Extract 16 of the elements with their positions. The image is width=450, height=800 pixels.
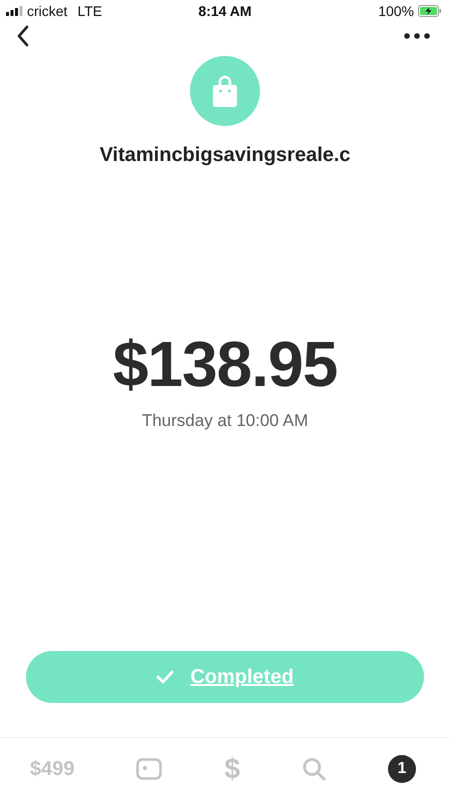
clock-time: 8:14 AM	[197, 3, 253, 19]
completed-button[interactable]: Completed	[26, 651, 424, 703]
balance-tab[interactable]: $499	[30, 758, 74, 780]
payment-date: Thursday at 10:00 AM	[142, 411, 308, 431]
network-type: LTE	[77, 3, 102, 19]
cash-tab[interactable]: $	[224, 753, 240, 785]
more-options-button[interactable]	[404, 33, 430, 39]
back-button[interactable]	[16, 25, 30, 47]
signal-icon	[6, 6, 23, 16]
activity-badge[interactable]: 1	[388, 755, 416, 783]
carrier-name: cricket	[27, 3, 68, 19]
payment-amount: $138.95	[112, 327, 338, 401]
checkmark-icon	[156, 670, 174, 684]
battery-percent: 100%	[378, 3, 414, 19]
merchant-name: Vitamincbigsavingsreale.c	[100, 144, 350, 167]
battery-icon	[418, 5, 442, 17]
